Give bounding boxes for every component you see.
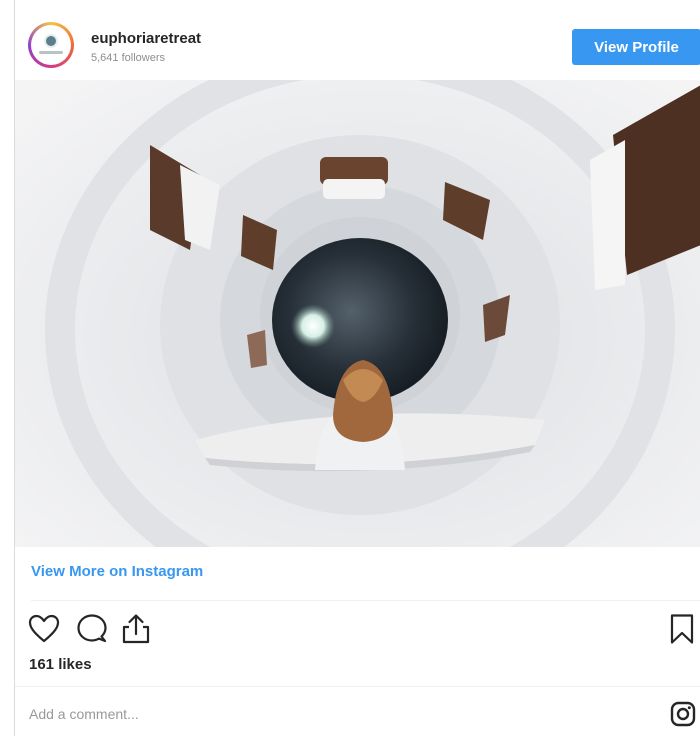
logo-wordmark xyxy=(39,51,63,54)
add-comment-input[interactable] xyxy=(29,700,629,728)
divider xyxy=(15,686,700,687)
instagram-embed-card: euphoriaretreat 5,641 followers View Pro… xyxy=(14,0,700,736)
avatar-image xyxy=(31,25,71,65)
username[interactable]: euphoriaretreat xyxy=(91,30,201,47)
bookmark-icon[interactable] xyxy=(665,612,699,646)
avatar[interactable] xyxy=(28,22,74,68)
action-bar xyxy=(15,612,700,648)
follower-count: 5,641 followers xyxy=(91,52,165,64)
divider xyxy=(31,600,700,601)
logo-icon xyxy=(44,34,58,48)
instagram-logo-icon[interactable] xyxy=(670,701,696,727)
post-photo[interactable] xyxy=(15,80,700,547)
heart-icon[interactable] xyxy=(27,612,61,646)
view-profile-button[interactable]: View Profile xyxy=(572,29,700,65)
spiral-staircase-photo xyxy=(15,80,700,547)
post-header: euphoriaretreat 5,641 followers View Pro… xyxy=(15,12,700,78)
like-count: 161 likes xyxy=(29,656,92,673)
view-more-on-instagram-link[interactable]: View More on Instagram xyxy=(31,563,203,580)
share-icon[interactable] xyxy=(119,612,153,646)
comment-icon[interactable] xyxy=(75,612,109,646)
